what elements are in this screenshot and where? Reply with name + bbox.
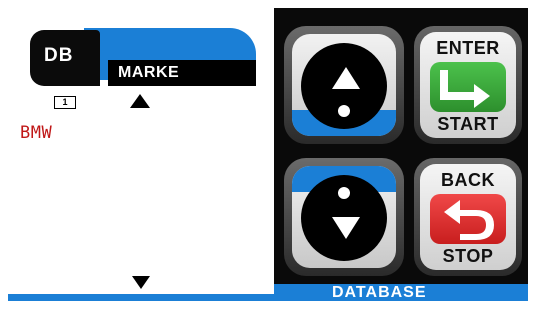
arrow-down-icon bbox=[332, 217, 360, 239]
up-button[interactable] bbox=[284, 26, 404, 144]
list-item[interactable]: BMW bbox=[20, 123, 52, 143]
up-button-face bbox=[301, 43, 387, 129]
back-stop-button[interactable]: BACK STOP bbox=[414, 158, 522, 276]
down-button-face bbox=[301, 175, 387, 261]
stop-face bbox=[430, 194, 506, 244]
arrow-up-icon bbox=[332, 67, 360, 89]
button-panel: ENTER START BACK STOP DATABASE bbox=[274, 8, 528, 301]
lcd-bottom-strip bbox=[8, 294, 274, 301]
device-screen: MARKE DB 1 BMW ENTER START BACK STOP DAT… bbox=[8, 8, 528, 301]
tab-title: MARKE bbox=[118, 64, 180, 81]
scroll-down-indicator-icon bbox=[132, 276, 150, 289]
stop-label: STOP bbox=[442, 246, 494, 266]
page-indicator: 1 bbox=[54, 96, 76, 109]
enter-arrow-icon bbox=[440, 70, 490, 108]
enter-start-button[interactable]: ENTER START bbox=[414, 26, 522, 144]
scroll-up-indicator-icon bbox=[130, 94, 150, 108]
back-arrow-icon bbox=[444, 200, 494, 240]
dot-icon bbox=[338, 187, 350, 199]
dot-icon bbox=[338, 105, 350, 117]
back-label: BACK bbox=[441, 170, 495, 190]
enter-face bbox=[430, 62, 506, 112]
enter-label: ENTER bbox=[436, 38, 500, 58]
start-label: START bbox=[437, 114, 499, 134]
down-button[interactable] bbox=[284, 158, 404, 276]
footer-label: DATABASE bbox=[332, 284, 427, 301]
lcd-display: MARKE DB 1 BMW bbox=[8, 8, 274, 301]
database-badge: DB bbox=[30, 30, 100, 86]
db-badge-label: DB bbox=[44, 45, 74, 66]
